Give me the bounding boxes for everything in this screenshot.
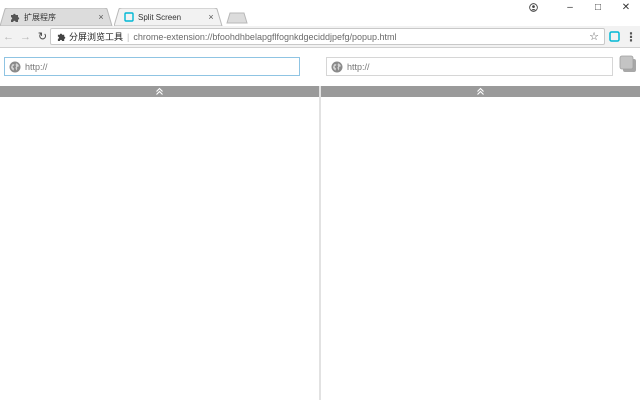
back-button[interactable]: ← bbox=[0, 28, 17, 46]
globe-icon bbox=[330, 60, 344, 74]
puzzle-icon bbox=[10, 12, 20, 22]
address-url[interactable]: chrome-extension://bfoohdhbelapgflfognkd… bbox=[133, 32, 587, 42]
tab-close-icon[interactable]: × bbox=[206, 12, 216, 22]
address-bar[interactable]: 分屏浏览工具 | chrome-extension://bfoohdhbelap… bbox=[50, 28, 605, 45]
tab-extensions[interactable]: 扩展程序 × bbox=[0, 8, 114, 26]
bookmark-star-icon[interactable]: ☆ bbox=[587, 30, 601, 43]
right-collapse-bar[interactable] bbox=[321, 86, 640, 97]
left-url-field[interactable] bbox=[4, 57, 300, 76]
forward-button[interactable]: → bbox=[17, 28, 34, 46]
left-browser-pane[interactable] bbox=[0, 97, 319, 400]
tab-close-icon[interactable]: × bbox=[96, 12, 106, 22]
browser-toolbar: ← → ↻ 分屏浏览工具 | chrome-extension://bfoohd… bbox=[0, 26, 640, 48]
reload-button[interactable]: ↻ bbox=[34, 28, 51, 46]
minimize-button[interactable]: – bbox=[556, 0, 584, 14]
right-url-field[interactable] bbox=[326, 57, 613, 76]
split-screen-extension-icon[interactable] bbox=[608, 30, 621, 43]
new-tab-button[interactable] bbox=[226, 12, 248, 24]
left-collapse-bar[interactable] bbox=[0, 86, 319, 97]
origin-label: 分屏浏览工具 bbox=[69, 32, 124, 42]
chrome-menu-icon[interactable]: ⋮ bbox=[625, 30, 637, 44]
split-screen-icon bbox=[124, 12, 134, 22]
globe-icon bbox=[8, 60, 22, 74]
tab-title: 扩展程序 bbox=[24, 12, 56, 22]
split-url-row bbox=[0, 48, 640, 86]
close-window-button[interactable]: ✕ bbox=[612, 0, 640, 14]
account-icon[interactable] bbox=[524, 0, 542, 14]
tab-title: Split Screen bbox=[138, 12, 182, 22]
right-url-input[interactable] bbox=[347, 59, 597, 74]
right-browser-pane[interactable] bbox=[321, 97, 640, 400]
double-chevron-up-icon bbox=[477, 87, 484, 95]
double-chevron-up-icon bbox=[156, 87, 163, 95]
tab-split-screen[interactable]: Split Screen × bbox=[114, 8, 224, 26]
maximize-button[interactable]: □ bbox=[584, 0, 612, 14]
origin-separator: | bbox=[127, 31, 130, 42]
window-controls: – □ ✕ bbox=[524, 0, 640, 14]
left-url-input[interactable] bbox=[25, 59, 275, 74]
puzzle-icon bbox=[55, 31, 67, 43]
copy-layout-icon[interactable] bbox=[619, 55, 637, 73]
tab-strip: 扩展程序 × Split Screen × – □ ✕ bbox=[0, 0, 640, 26]
